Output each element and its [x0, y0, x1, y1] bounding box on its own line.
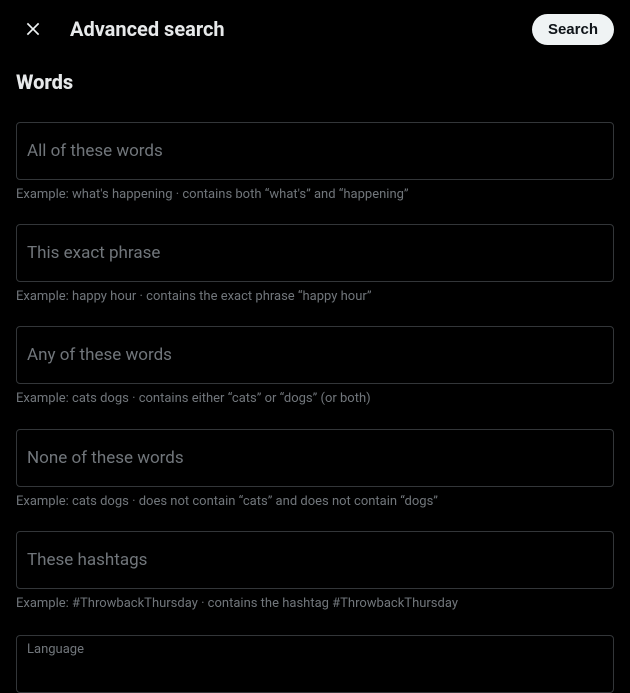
any-words-label: Any of these words — [27, 345, 172, 365]
hashtags-label: These hashtags — [27, 550, 147, 570]
close-button[interactable] — [16, 12, 50, 46]
all-words-label: All of these words — [27, 141, 163, 161]
none-words-label: None of these words — [27, 448, 184, 468]
field-all-words: All of these words Example: what's happe… — [16, 122, 614, 204]
fields-container: All of these words Example: what's happe… — [0, 122, 630, 693]
search-button[interactable]: Search — [532, 14, 614, 45]
field-any-words: Any of these words Example: cats dogs · … — [16, 326, 614, 408]
hashtags-input[interactable]: These hashtags — [16, 531, 614, 589]
all-words-input[interactable]: All of these words — [16, 122, 614, 180]
none-words-input[interactable]: None of these words — [16, 429, 614, 487]
modal-header: Advanced search Search — [0, 0, 630, 58]
none-words-example: Example: cats dogs · does not contain “c… — [16, 493, 614, 511]
any-words-example: Example: cats dogs · contains either “ca… — [16, 390, 614, 408]
any-words-input[interactable]: Any of these words — [16, 326, 614, 384]
exact-phrase-input[interactable]: This exact phrase — [16, 224, 614, 282]
field-hashtags: These hashtags Example: #ThrowbackThursd… — [16, 531, 614, 613]
close-icon — [23, 19, 43, 39]
language-label: Language — [27, 642, 84, 657]
all-words-example: Example: what's happening · contains bot… — [16, 186, 614, 204]
modal-title: Advanced search — [70, 17, 512, 41]
exact-phrase-label: This exact phrase — [27, 243, 160, 263]
field-none-words: None of these words Example: cats dogs ·… — [16, 429, 614, 511]
field-exact-phrase: This exact phrase Example: happy hour · … — [16, 224, 614, 306]
exact-phrase-example: Example: happy hour · contains the exact… — [16, 288, 614, 306]
hashtags-example: Example: #ThrowbackThursday · contains t… — [16, 595, 614, 613]
section-title-words: Words — [0, 58, 630, 102]
language-select[interactable]: Language — [16, 635, 614, 693]
